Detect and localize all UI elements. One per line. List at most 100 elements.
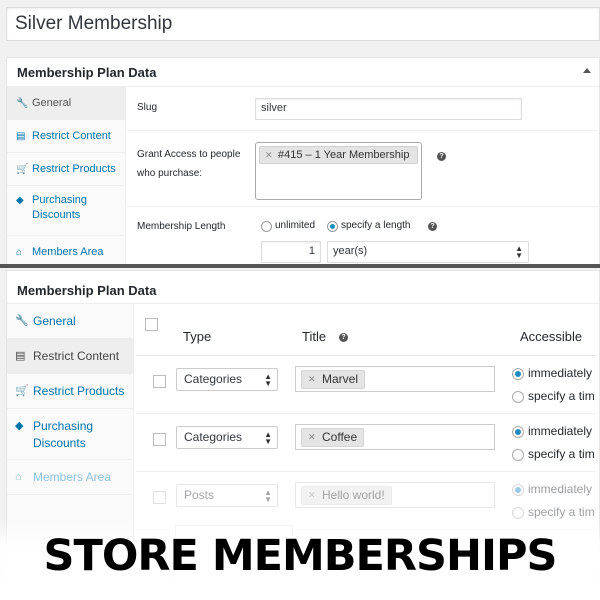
select-arrows-icon: ▲ ▼ bbox=[515, 244, 523, 260]
wrench-icon: 🔧 bbox=[16, 97, 29, 109]
specify-length-label: specify a length bbox=[341, 220, 411, 231]
tab-label: Purchasing Discounts bbox=[32, 194, 88, 221]
title-chip-label: Hello world! bbox=[322, 488, 385, 502]
tab-purchasing-discounts[interactable]: ◆ Purchasing Discounts bbox=[7, 409, 133, 460]
specify-length-radio[interactable] bbox=[327, 221, 338, 232]
type-value: Categories bbox=[184, 430, 243, 444]
title-input[interactable]: Silver Membership bbox=[6, 7, 600, 41]
title-chip[interactable]: ✕ Hello world! bbox=[301, 486, 392, 505]
membership-plan-data-panel: Membership Plan Data 🔧 General ▤ Restric… bbox=[6, 57, 600, 266]
help-icon[interactable]: ? bbox=[437, 152, 446, 161]
cart-icon: 🛒 bbox=[15, 384, 29, 397]
specify-time-label: specify a tim bbox=[528, 505, 595, 519]
tab-general[interactable]: 🔧 General bbox=[7, 87, 125, 120]
top-screenshot: Silver Membership Membership Plan Data 🔧… bbox=[0, 0, 600, 266]
membership-length-row: Membership Length unlimited specify a le… bbox=[127, 207, 600, 266]
home-icon: ⌂ bbox=[15, 470, 22, 483]
slug-input[interactable]: silver bbox=[255, 98, 522, 120]
select-arrows-icon: ▲ ▼ bbox=[264, 430, 272, 446]
unlimited-radio[interactable] bbox=[261, 221, 272, 232]
remove-icon[interactable]: ✕ bbox=[308, 488, 316, 503]
length-unit-select[interactable]: year(s) ▲ ▼ bbox=[327, 241, 529, 263]
panel-header[interactable]: Membership Plan Data bbox=[7, 271, 599, 304]
title-chip[interactable]: ✕ Coffee bbox=[301, 428, 365, 447]
remove-icon[interactable]: ✕ bbox=[265, 149, 273, 161]
content-icon: ▤ bbox=[16, 130, 26, 142]
specify-time-label: specify a tim bbox=[528, 389, 595, 403]
product-chip-label: #415 – 1 Year Membership bbox=[278, 149, 410, 161]
product-select[interactable]: ✕ #415 – 1 Year Membership bbox=[255, 142, 422, 200]
help-icon[interactable]: ? bbox=[339, 333, 348, 342]
tab-label: Members Area bbox=[33, 469, 112, 484]
length-number-input[interactable]: 1 bbox=[261, 241, 321, 263]
tab-general[interactable]: 🔧 General bbox=[7, 304, 133, 339]
table-row: Categories ▲ ▼ ✕ Coffee immediately speci… bbox=[136, 414, 596, 472]
panel-header[interactable]: Membership Plan Data bbox=[7, 58, 599, 87]
select-arrows-icon: ▲ ▼ bbox=[264, 488, 272, 504]
immediately-radio[interactable] bbox=[512, 426, 524, 438]
product-chip[interactable]: ✕ #415 – 1 Year Membership bbox=[259, 146, 418, 164]
col-accessible[interactable]: Accessible bbox=[520, 329, 582, 344]
select-all-checkbox[interactable] bbox=[145, 318, 158, 331]
slug-label: Slug bbox=[137, 102, 158, 113]
banner-title: STORE MEMBERSHIPS bbox=[43, 531, 558, 581]
tab-label: Restrict Products bbox=[33, 383, 125, 398]
grant-access-row: Grant Access to people who purchase: ✕ #… bbox=[127, 131, 600, 207]
content-icon: ▤ bbox=[15, 349, 26, 362]
specify-time-label: specify a tim bbox=[528, 447, 595, 461]
tab-label: Restrict Content bbox=[33, 348, 120, 363]
specify-time-radio[interactable] bbox=[512, 507, 524, 519]
wrench-icon: 🔧 bbox=[15, 314, 29, 327]
tab-restrict-products[interactable]: 🛒 Restrict Products bbox=[7, 153, 125, 186]
tab-label: Members Area bbox=[32, 245, 104, 258]
tab-label: Restrict Content bbox=[32, 129, 111, 142]
tab-restrict-content[interactable]: ▤ Restrict Content bbox=[7, 339, 133, 374]
remove-icon[interactable]: ✕ bbox=[308, 430, 316, 445]
type-value: Posts bbox=[184, 488, 215, 502]
type-select[interactable]: Categories ▲ ▼ bbox=[176, 368, 278, 391]
row-checkbox[interactable] bbox=[153, 375, 166, 388]
length-unit-value: year(s) bbox=[333, 245, 368, 257]
specify-time-radio[interactable] bbox=[512, 449, 524, 461]
table-header: Type Title ? Accessible bbox=[136, 311, 596, 356]
type-select[interactable]: Posts ▲ ▼ bbox=[176, 484, 278, 507]
tab-label: Restrict Products bbox=[32, 162, 116, 175]
title-select[interactable]: ✕ Hello world! bbox=[295, 482, 495, 508]
panel-title: Membership Plan Data bbox=[17, 283, 157, 298]
tag-icon: ◆ bbox=[15, 420, 24, 432]
cart-icon: 🛒 bbox=[16, 163, 29, 175]
specify-time-radio[interactable] bbox=[512, 391, 524, 403]
row-checkbox[interactable] bbox=[153, 433, 166, 446]
unlimited-label: unlimited bbox=[275, 220, 316, 231]
grant-access-label: Grant Access to people who purchase: bbox=[137, 149, 241, 179]
type-select[interactable]: Categories ▲ ▼ bbox=[176, 426, 278, 449]
row-checkbox[interactable] bbox=[153, 491, 166, 504]
immediately-radio[interactable] bbox=[512, 368, 524, 380]
home-icon: ⌂ bbox=[16, 246, 23, 258]
help-icon[interactable]: ? bbox=[428, 222, 437, 231]
title-select[interactable]: ✕ Coffee bbox=[295, 424, 495, 450]
type-value: Categories bbox=[184, 372, 243, 386]
immediately-radio[interactable] bbox=[512, 484, 524, 496]
collapse-caret-icon[interactable] bbox=[583, 68, 591, 73]
immediately-label: immediately bbox=[528, 366, 593, 380]
title-select[interactable]: ✕ Marvel bbox=[295, 366, 495, 392]
tab-purchasing-discounts[interactable]: ◆ Purchasing Discounts bbox=[7, 186, 125, 236]
general-fields: Slug silver Grant Access to people who p… bbox=[127, 87, 600, 266]
tab-members-area[interactable]: ⌂ Members Area bbox=[7, 460, 133, 495]
col-title[interactable]: Title bbox=[302, 329, 326, 344]
tab-members-area[interactable]: ⌂ Members Area bbox=[7, 236, 125, 266]
remove-icon[interactable]: ✕ bbox=[308, 372, 316, 387]
immediately-label: immediately bbox=[528, 424, 593, 438]
tab-label: General bbox=[33, 313, 76, 328]
tab-label: General bbox=[32, 96, 72, 109]
table-row: Categories ▲ ▼ ✕ Marvel immediately speci… bbox=[136, 356, 596, 414]
col-type[interactable]: Type bbox=[183, 329, 211, 344]
title-chip[interactable]: ✕ Marvel bbox=[301, 370, 366, 389]
title-chip-label: Marvel bbox=[322, 372, 359, 386]
select-arrows-icon: ▲ ▼ bbox=[264, 372, 272, 388]
immediately-label: immediately bbox=[528, 482, 593, 496]
tab-label: Purchasing Discounts bbox=[33, 419, 94, 450]
tab-restrict-products[interactable]: 🛒 Restrict Products bbox=[7, 374, 133, 409]
tab-restrict-content[interactable]: ▤ Restrict Content bbox=[7, 120, 125, 153]
